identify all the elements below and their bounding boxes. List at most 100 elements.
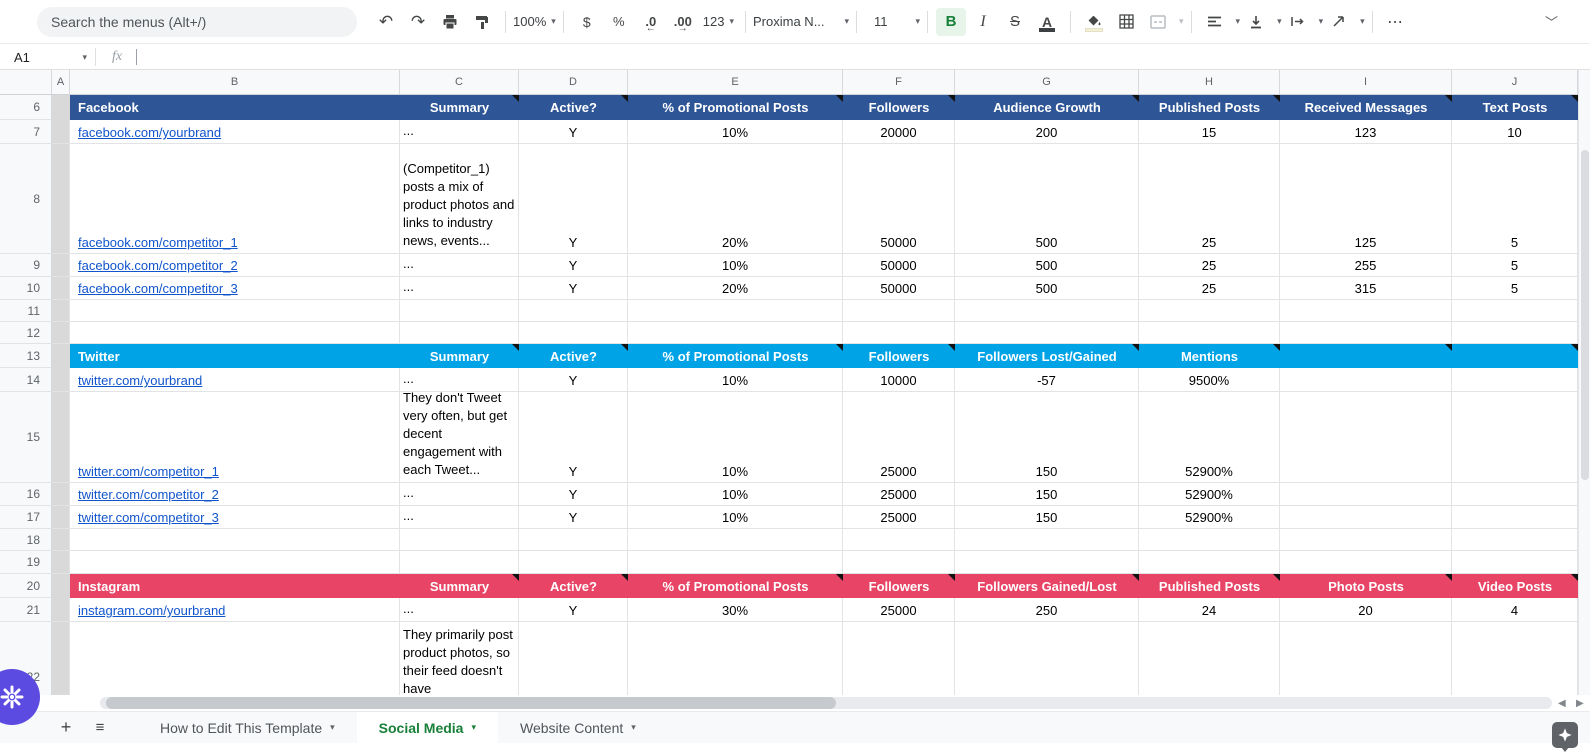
cell-F10[interactable]: 50000 [843, 277, 955, 300]
cell-C11[interactable] [400, 300, 519, 322]
borders-icon[interactable] [1111, 8, 1141, 36]
cell-H20[interactable]: Published Posts [1139, 574, 1280, 598]
cell-C7[interactable]: ... [400, 120, 519, 144]
cell-G21[interactable]: 250 [955, 598, 1139, 622]
row-header-7[interactable]: 7 [0, 120, 52, 144]
cell-B7[interactable]: facebook.com/yourbrand [70, 120, 400, 144]
cell-J10[interactable]: 5 [1452, 277, 1578, 300]
decrease-decimal-icon[interactable]: .0← [636, 8, 666, 36]
cell-H10[interactable]: 25 [1139, 277, 1280, 300]
increase-decimal-icon[interactable]: .00→ [668, 8, 698, 36]
cell-H15[interactable]: 52900% [1139, 392, 1280, 483]
cell-E22[interactable] [628, 622, 843, 695]
cell-A22[interactable] [52, 622, 70, 695]
menu-search-input[interactable]: Search the menus (Alt+/) [37, 7, 357, 37]
cell-J14[interactable] [1452, 368, 1578, 392]
cell-H22[interactable] [1139, 622, 1280, 695]
cell-B6[interactable]: Facebook [70, 95, 400, 120]
cell-J6[interactable]: Text Posts [1452, 95, 1578, 120]
cell-F15[interactable]: 25000 [843, 392, 955, 483]
cell-A6[interactable] [52, 95, 70, 120]
cell-J7[interactable]: 10 [1452, 120, 1578, 144]
cell-J12[interactable] [1452, 322, 1578, 344]
cell-I22[interactable] [1280, 622, 1452, 695]
cell-D6[interactable]: Active? [519, 95, 628, 120]
cell-C21[interactable]: ... [400, 598, 519, 622]
fill-color-icon[interactable] [1079, 8, 1109, 36]
cell-I8[interactable]: 125 [1280, 144, 1452, 254]
column-header-G[interactable]: G [955, 70, 1139, 95]
cell-B10[interactable]: facebook.com/competitor_3 [70, 277, 400, 300]
all-sheets-button[interactable]: ≡ [86, 714, 114, 742]
cell-hyperlink[interactable]: instagram.com/yourbrand [70, 603, 225, 618]
cell-E20[interactable]: % of Promotional Posts [628, 574, 843, 598]
cell-D18[interactable] [519, 529, 628, 551]
cell-J16[interactable] [1452, 483, 1578, 506]
row-header-21[interactable]: 21 [0, 598, 52, 622]
cell-D8[interactable]: Y [519, 144, 628, 254]
cell-D15[interactable]: Y [519, 392, 628, 483]
cell-A15[interactable] [52, 392, 70, 483]
row-header-10[interactable]: 10 [0, 277, 52, 300]
cell-F12[interactable] [843, 322, 955, 344]
cell-J15[interactable] [1452, 392, 1578, 483]
cell-J19[interactable] [1452, 551, 1578, 574]
cell-A19[interactable] [52, 551, 70, 574]
row-header-9[interactable]: 9 [0, 254, 52, 277]
cell-B16[interactable]: twitter.com/competitor_2 [70, 483, 400, 506]
cell-J13[interactable] [1452, 344, 1578, 368]
cell-F17[interactable]: 25000 [843, 506, 955, 529]
cell-C18[interactable] [400, 529, 519, 551]
tab-website-content[interactable]: Website Content▾ [498, 712, 658, 743]
row-header-20[interactable]: 20 [0, 574, 52, 598]
cell-B8[interactable]: facebook.com/competitor_1 [70, 144, 400, 254]
cell-F22[interactable] [843, 622, 955, 695]
cell-B9[interactable]: facebook.com/competitor_2 [70, 254, 400, 277]
column-header-F[interactable]: F [843, 70, 955, 95]
cell-D13[interactable]: Active? [519, 344, 628, 368]
horizontal-align-icon[interactable] [1200, 8, 1230, 36]
cell-F20[interactable]: Followers [843, 574, 955, 598]
vertical-scrollbar-thumb[interactable] [1581, 150, 1589, 480]
cell-F6[interactable]: Followers [843, 95, 955, 120]
cell-hyperlink[interactable]: facebook.com/competitor_2 [70, 258, 238, 273]
cell-I14[interactable] [1280, 368, 1452, 392]
cell-C16[interactable]: ... [400, 483, 519, 506]
font-size-select[interactable]: 11▾ [864, 14, 920, 29]
cell-B11[interactable] [70, 300, 400, 322]
cell-E12[interactable] [628, 322, 843, 344]
cell-A18[interactable] [52, 529, 70, 551]
horizontal-align-caret[interactable]: ▾ [1236, 16, 1241, 27]
cell-B18[interactable] [70, 529, 400, 551]
cell-G7[interactable]: 200 [955, 120, 1139, 144]
vertical-scrollbar[interactable] [1578, 70, 1590, 695]
cell-H13[interactable]: Mentions [1139, 344, 1280, 368]
row-header-11[interactable]: 11 [0, 300, 52, 322]
cell-D22[interactable] [519, 622, 628, 695]
cell-B15[interactable]: twitter.com/competitor_1 [70, 392, 400, 483]
cell-G13[interactable]: Followers Lost/Gained [955, 344, 1139, 368]
cell-I18[interactable] [1280, 529, 1452, 551]
cell-D11[interactable] [519, 300, 628, 322]
row-header-6[interactable]: 6 [0, 95, 52, 120]
cell-C6[interactable]: Summary [400, 95, 519, 120]
cell-A8[interactable] [52, 144, 70, 254]
cell-E10[interactable]: 20% [628, 277, 843, 300]
cell-H17[interactable]: 52900% [1139, 506, 1280, 529]
cell-G18[interactable] [955, 529, 1139, 551]
row-header-16[interactable]: 16 [0, 483, 52, 506]
format-currency-icon[interactable]: $ [572, 8, 602, 36]
cell-F13[interactable]: Followers [843, 344, 955, 368]
cell-H11[interactable] [1139, 300, 1280, 322]
cell-I17[interactable] [1280, 506, 1452, 529]
cell-J22[interactable] [1452, 622, 1578, 695]
cell-A21[interactable] [52, 598, 70, 622]
cell-J8[interactable]: 5 [1452, 144, 1578, 254]
cell-hyperlink[interactable]: facebook.com/yourbrand [70, 125, 221, 140]
cell-G10[interactable]: 500 [955, 277, 1139, 300]
paint-format-icon[interactable] [467, 8, 497, 36]
cell-E18[interactable] [628, 529, 843, 551]
row-header-19[interactable]: 19 [0, 551, 52, 574]
column-header-J[interactable]: J [1452, 70, 1578, 95]
cell-hyperlink[interactable]: facebook.com/competitor_1 [70, 235, 238, 250]
